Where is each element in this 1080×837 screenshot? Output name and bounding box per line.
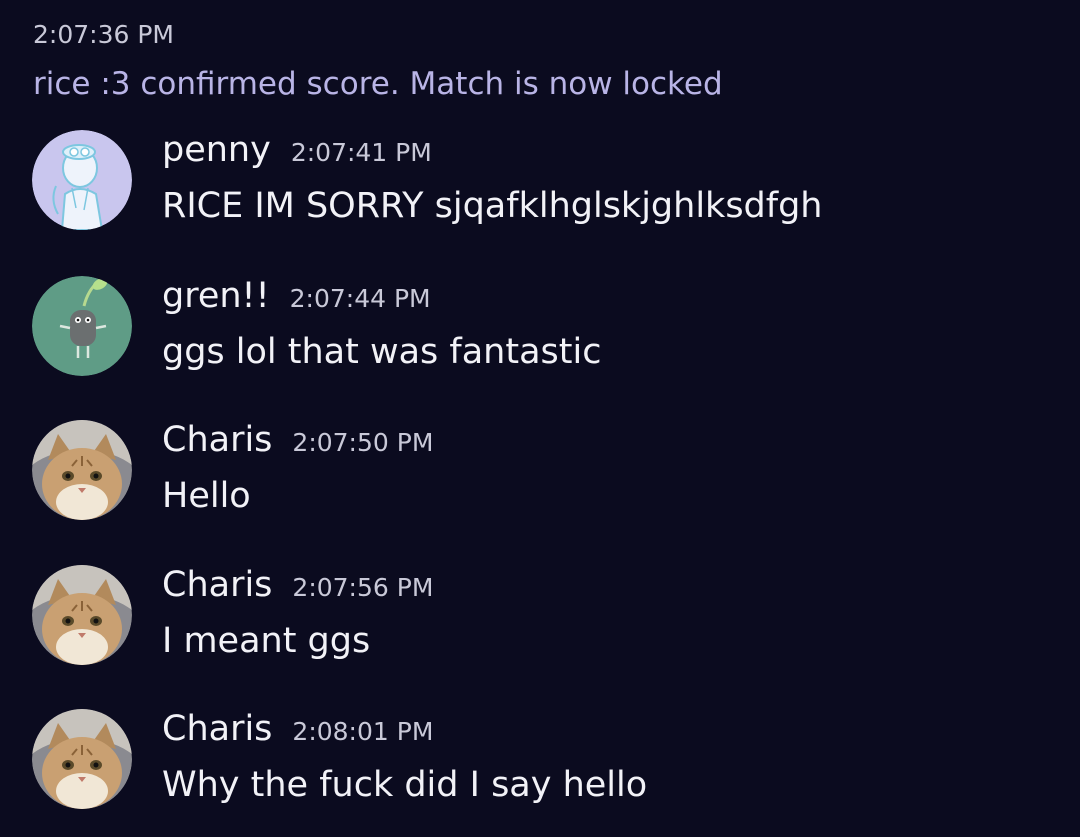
cat-avatar-icon <box>32 565 132 665</box>
system-message: 2:07:36 PM rice :3 confirmed score. Matc… <box>33 18 723 104</box>
author-name[interactable]: Charis <box>162 709 272 749</box>
message-timestamp: 2:07:56 PM <box>292 573 434 602</box>
system-text: rice :3 confirmed score. Match is now lo… <box>33 66 723 102</box>
message-text: I meant ggs <box>162 621 371 661</box>
author-name[interactable]: penny <box>162 130 271 170</box>
author-name[interactable]: Charis <box>162 420 272 460</box>
chat-message: gren!! 2:07:44 PM ggs lol that was fanta… <box>32 276 1062 386</box>
avatar-charis[interactable] <box>32 565 132 665</box>
message-text: ggs lol that was fantastic <box>162 332 602 372</box>
message-timestamp: 2:07:50 PM <box>292 428 434 457</box>
pikmin-avatar-icon <box>32 276 132 376</box>
chat-log: 2:07:36 PM rice :3 confirmed score. Matc… <box>0 0 1080 837</box>
chat-message: penny 2:07:41 PM RICE IM SORRY sjqafklhg… <box>32 130 1062 240</box>
message-timestamp: 2:07:44 PM <box>289 284 431 313</box>
system-timestamp: 2:07:36 PM <box>33 20 174 49</box>
author-name[interactable]: gren!! <box>162 276 270 316</box>
message-text: Why the fuck did I say hello <box>162 765 648 805</box>
avatar-gren[interactable] <box>32 276 132 376</box>
chat-message: Charis 2:08:01 PM Why the fuck did I say… <box>32 709 1062 819</box>
chat-message: Charis 2:07:56 PM I meant ggs <box>32 565 1062 675</box>
chat-message: Charis 2:07:50 PM Hello <box>32 420 1062 530</box>
penny-avatar-icon <box>32 130 132 230</box>
author-name[interactable]: Charis <box>162 565 272 605</box>
avatar-charis[interactable] <box>32 709 132 809</box>
cat-avatar-icon <box>32 709 132 809</box>
message-timestamp: 2:08:01 PM <box>292 717 434 746</box>
message-timestamp: 2:07:41 PM <box>290 138 432 167</box>
avatar-charis[interactable] <box>32 420 132 520</box>
cat-avatar-icon <box>32 420 132 520</box>
avatar-penny[interactable] <box>32 130 132 230</box>
message-text: RICE IM SORRY sjqafklhglskjghlksdfgh <box>162 186 823 226</box>
message-text: Hello <box>162 476 251 516</box>
